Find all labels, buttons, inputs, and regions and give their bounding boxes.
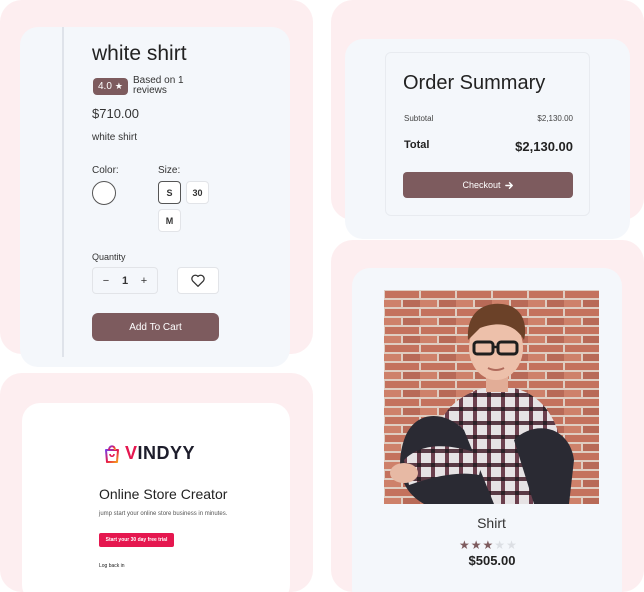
add-to-cart-button[interactable]: Add To Cart <box>92 313 219 341</box>
size-option-30[interactable]: 30 <box>186 181 209 204</box>
shopping-bag-icon <box>105 445 119 463</box>
size-label: Size: <box>158 165 181 176</box>
product-price: $710.00 <box>92 106 139 121</box>
store-builder-subheadline: jump start your online store business in… <box>99 511 228 517</box>
star-icon: ★ <box>470 538 482 552</box>
size-option-s[interactable]: S <box>158 181 181 204</box>
subtotal-value: $2,130.00 <box>537 114 573 123</box>
order-summary-title: Order Summary <box>403 72 546 94</box>
product-card-price: $505.00 <box>468 553 516 568</box>
product-name[interactable]: Shirt <box>384 515 599 531</box>
vindyy-logo-text: VINDYY <box>125 443 196 463</box>
total-label: Total <box>404 139 430 151</box>
checkout-label: Checkout <box>462 180 501 190</box>
product-title: white shirt <box>92 42 187 65</box>
heart-icon <box>191 274 205 287</box>
quantity-value[interactable]: 1 <box>118 275 132 287</box>
star-icon: ★ <box>459 538 470 552</box>
card-divider <box>62 27 64 357</box>
rating-value: 4.0 <box>98 81 112 92</box>
free-trial-button[interactable]: Start your 30 day free trial <box>99 533 174 547</box>
star-icon: ★ <box>482 538 494 552</box>
quantity-decrease-button[interactable]: − <box>99 275 113 287</box>
log-back-in-link[interactable]: Log back in <box>99 563 125 569</box>
size-option-m[interactable]: M <box>158 209 181 232</box>
product-image[interactable] <box>384 290 599 504</box>
wishlist-button[interactable] <box>177 267 219 294</box>
product-photo-illustration <box>384 290 599 504</box>
star-empty-icon: ★ <box>506 538 517 552</box>
store-builder-headline: Online Store Creator <box>99 486 228 502</box>
color-label: Color: <box>92 165 119 176</box>
quantity-stepper: − 1 + <box>92 267 158 294</box>
star-empty-icon: ★ <box>494 538 506 552</box>
subtotal-label: Subtotal <box>404 114 434 123</box>
arrow-right-icon <box>504 181 513 189</box>
checkout-button[interactable]: Checkout <box>403 172 573 198</box>
star-icon: ★ <box>114 81 123 91</box>
total-value: $2,130.00 <box>515 139 573 154</box>
rating-count: Based on 1 reviews <box>133 75 184 96</box>
rating-badge: 4.0 ★ <box>93 78 128 95</box>
rating-stars: ★ ★ ★ ★ ★ <box>459 538 517 552</box>
color-swatch-white[interactable] <box>92 181 116 205</box>
quantity-label: Quantity <box>92 252 126 262</box>
vindyy-logo: VINDYY <box>104 443 195 464</box>
product-description: white shirt <box>92 132 138 143</box>
quantity-increase-button[interactable]: + <box>137 275 151 287</box>
